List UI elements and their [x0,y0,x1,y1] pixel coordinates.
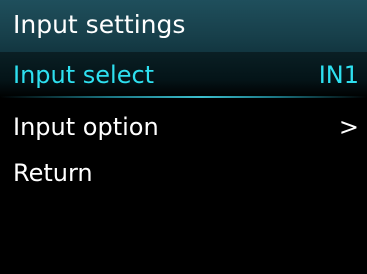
menu-item-return[interactable]: Return [0,150,367,196]
page-title: Input settings [13,10,186,39]
menu-item-label: Return [13,159,93,187]
menu-screen: Input settings Input select IN1 Input op… [0,0,367,274]
menu-item-input-option[interactable]: Input option > [0,104,367,150]
menu-item-input-select[interactable]: Input select IN1 [0,52,367,98]
menu-item-label: Input select [13,61,155,89]
menu-item-label: Input option [13,113,159,141]
chevron-right-icon: > [338,113,359,141]
selection-highlight-line [0,96,367,98]
title-bar: Input settings [0,0,367,52]
menu-item-value: IN1 [318,61,359,89]
